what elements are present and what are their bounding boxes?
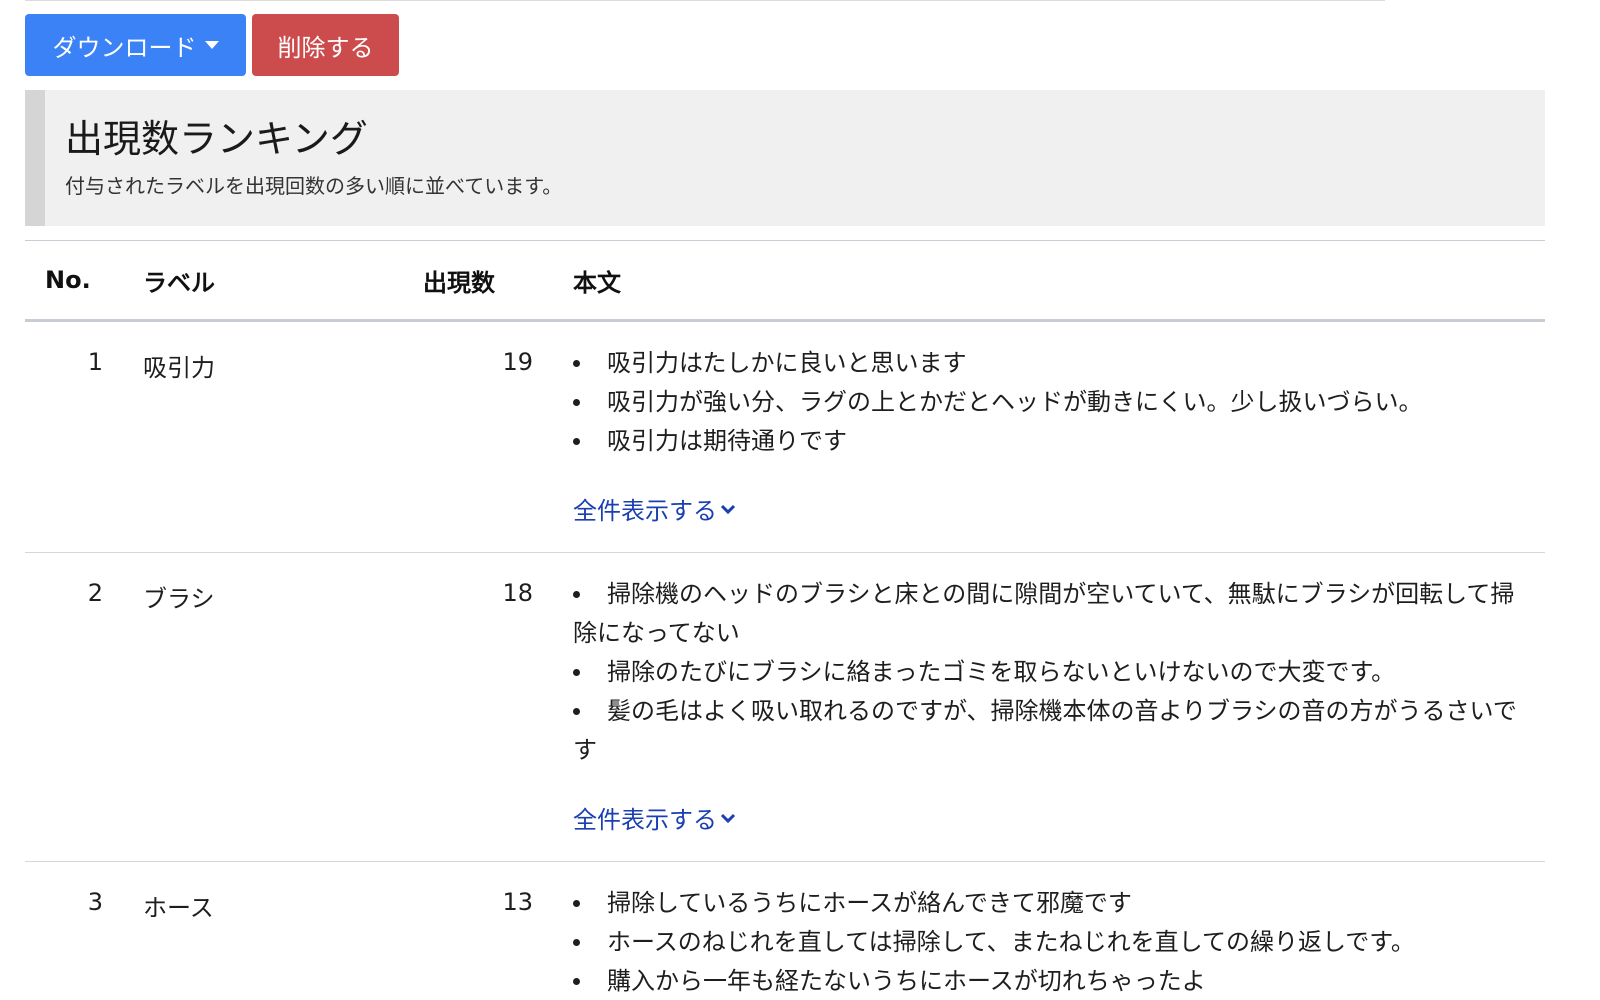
page: ダウンロード 削除する 出現数ランキング 付与されたラベルを出現回数の多い順に並… [0, 0, 1600, 1000]
chevron-down-icon [720, 813, 736, 823]
row-label: ホース [143, 894, 214, 922]
header-text: 本文 [573, 268, 621, 297]
snippet-item: 髪の毛はよく吸い取れるのですが、掃除機本体の音よりブラシの音の方がうるさいです [573, 692, 1520, 770]
caret-down-icon [204, 41, 219, 49]
header-no: No. [45, 266, 91, 294]
row-label: ブラシ [143, 585, 215, 613]
row-no: 3 [87, 888, 103, 916]
snippet-item: 吸引力は期待通りです [573, 422, 1520, 461]
header-count: 出現数 [423, 268, 495, 297]
snippet-item: 購入から一年も経たないうちにホースが切れちゃったよ [573, 962, 1520, 1000]
toolbar: ダウンロード 削除する [25, 14, 399, 76]
section-title: 出現数ランキング [65, 117, 368, 161]
row-count: 13 [502, 888, 533, 916]
snippet-item: ホースのねじれを直しては掃除して、またねじれを直しての繰り返しです。 [573, 923, 1520, 962]
snippet-list: 掃除機のヘッドのブラシと床との間に隙間が空いていて、無駄にブラシが回転して掃除に… [573, 575, 1520, 770]
row-text: 掃除機のヘッドのブラシと床との間に隙間が空いていて、無駄にブラシが回転して掃除に… [573, 553, 1545, 862]
row-count: 18 [502, 579, 533, 607]
row-no: 1 [87, 348, 103, 376]
table-body: 1 吸引力 19 吸引力はたしかに良いと思います 吸引力が強い分、ラグの上とかだ… [25, 321, 1545, 1000]
snippet-list: 掃除しているうちにホースが絡んできて邪魔です ホースのねじれを直しては掃除して、… [573, 884, 1520, 1000]
snippet-list: 吸引力はたしかに良いと思います 吸引力が強い分、ラグの上とかだとヘッドが動きにく… [573, 344, 1520, 461]
snippet-item: 掃除しているうちにホースが絡んできて邪魔です [573, 884, 1520, 923]
snippet-item: 吸引力が強い分、ラグの上とかだとヘッドが動きにくい。少し扱いづらい。 [573, 383, 1520, 422]
section-description: 付与されたラベルを出現回数の多い順に並べています。 [65, 174, 563, 198]
delete-button-label: 削除する [277, 33, 374, 62]
show-all-link[interactable]: 全件表示する [573, 491, 737, 526]
download-dropdown-button[interactable]: ダウンロード [25, 14, 246, 76]
ranking-section-header: 出現数ランキング 付与されたラベルを出現回数の多い順に並べています。 [25, 90, 1545, 226]
row-label: 吸引力 [143, 354, 215, 382]
table-row: 3 ホース 13 掃除しているうちにホースが絡んできて邪魔です ホースのねじれを… [25, 862, 1545, 1000]
row-no: 2 [87, 579, 103, 607]
chevron-down-icon [720, 504, 736, 514]
table-row: 1 吸引力 19 吸引力はたしかに良いと思います 吸引力が強い分、ラグの上とかだ… [25, 321, 1545, 553]
table-header: No. ラベル 出現数 本文 [25, 240, 1545, 321]
row-text: 掃除しているうちにホースが絡んできて邪魔です ホースのねじれを直しては掃除して、… [573, 862, 1545, 1000]
delete-button[interactable]: 削除する [252, 14, 399, 76]
snippet-item: 吸引力はたしかに良いと思います [573, 344, 1520, 383]
show-all-label: 全件表示する [573, 497, 717, 525]
show-all-label: 全件表示する [573, 806, 717, 834]
row-text: 吸引力はたしかに良いと思います 吸引力が強い分、ラグの上とかだとヘッドが動きにく… [573, 321, 1545, 553]
table-row: 2 ブラシ 18 掃除機のヘッドのブラシと床との間に隙間が空いていて、無駄にブラ… [25, 553, 1545, 862]
show-all-link[interactable]: 全件表示する [573, 800, 737, 835]
download-button-label: ダウンロード [52, 33, 197, 62]
row-count: 19 [502, 348, 533, 376]
top-divider [25, 0, 1385, 1]
snippet-item: 掃除機のヘッドのブラシと床との間に隙間が空いていて、無駄にブラシが回転して掃除に… [573, 575, 1520, 653]
header-label: ラベル [143, 268, 215, 297]
ranking-table: No. ラベル 出現数 本文 1 吸引力 19 吸引力はたしかに良いと思います … [25, 240, 1545, 1000]
snippet-item: 掃除のたびにブラシに絡まったゴミを取らないといけないので大変です。 [573, 653, 1520, 692]
